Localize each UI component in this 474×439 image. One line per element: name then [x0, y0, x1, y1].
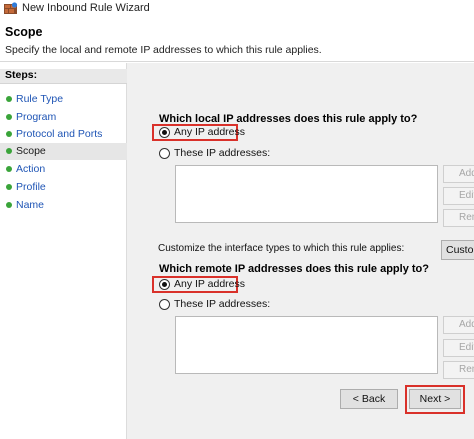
step-status-dot-icon [6, 202, 12, 208]
steps-pane: Steps: Rule Type Program Protocol and Po… [0, 63, 127, 439]
radio-unchecked-icon [159, 299, 170, 310]
radio-label: Any IP address [174, 126, 246, 138]
remote-these-ip-radio[interactable]: These IP addresses: [158, 298, 270, 313]
radio-checked-icon [159, 127, 170, 138]
local-these-ip-radio[interactable]: These IP addresses: [158, 147, 270, 162]
steps-heading: Steps: [0, 69, 127, 84]
step-program[interactable]: Program [0, 109, 127, 126]
remote-ip-list[interactable] [175, 316, 438, 374]
step-label: Profile [16, 181, 46, 193]
step-label: Action [16, 163, 46, 175]
step-label: Rule Type [16, 93, 64, 105]
step-protocol-and-ports[interactable]: Protocol and Ports [0, 126, 127, 143]
step-action[interactable]: Action [0, 161, 127, 178]
window-title: New Inbound Rule Wizard [22, 2, 150, 14]
step-status-dot-icon [6, 96, 12, 102]
step-status-dot-icon [6, 131, 12, 137]
step-name[interactable]: Name [0, 197, 127, 214]
wizard-body: Steps: Rule Type Program Protocol and Po… [0, 63, 474, 439]
local-add-button[interactable]: Add... [443, 165, 474, 183]
step-label: Scope [16, 145, 46, 157]
step-profile[interactable]: Profile [0, 179, 127, 196]
remote-any-ip-radio[interactable]: Any IP address [158, 278, 245, 293]
step-status-dot-icon [6, 166, 12, 172]
page-subtitle: Specify the local and remote IP addresse… [5, 44, 322, 56]
radio-unchecked-icon [159, 148, 170, 159]
step-label: Name [16, 199, 45, 211]
step-status-dot-icon [6, 114, 12, 120]
remote-add-button[interactable]: Add... [443, 316, 474, 334]
local-ip-list[interactable] [175, 165, 438, 223]
radio-label: These IP addresses: [174, 147, 271, 159]
firewall-app-icon [4, 2, 18, 14]
title-bar: New Inbound Rule Wizard [0, 0, 474, 18]
remote-remove-button[interactable]: Remove [443, 361, 474, 379]
step-scope[interactable]: Scope [0, 143, 127, 160]
scope-panel: Which local IP addresses does this rule … [127, 63, 474, 439]
next-button[interactable]: Next > [409, 389, 461, 409]
local-edit-button[interactable]: Edit... [443, 187, 474, 205]
step-label: Program [16, 111, 57, 123]
radio-checked-icon [159, 279, 170, 290]
page-title: Scope [5, 25, 43, 39]
wizard-header: Scope Specify the local and remote IP ad… [0, 18, 474, 62]
remote-edit-button[interactable]: Edit... [443, 339, 474, 357]
local-remove-button[interactable]: Remove [443, 209, 474, 227]
step-label: Protocol and Ports [16, 128, 103, 140]
step-status-dot-icon [6, 184, 12, 190]
customize-button[interactable]: Customize... [441, 240, 474, 260]
step-status-dot-icon [6, 148, 12, 154]
customize-interface-text: Customize the interface types to which t… [158, 243, 405, 254]
radio-label: These IP addresses: [174, 298, 271, 310]
radio-label: Any IP address [174, 278, 246, 290]
step-rule-type[interactable]: Rule Type [0, 91, 127, 108]
back-button[interactable]: < Back [340, 389, 398, 409]
remote-ip-question: Which remote IP addresses does this rule… [159, 263, 429, 275]
local-any-ip-radio[interactable]: Any IP address [158, 126, 245, 141]
